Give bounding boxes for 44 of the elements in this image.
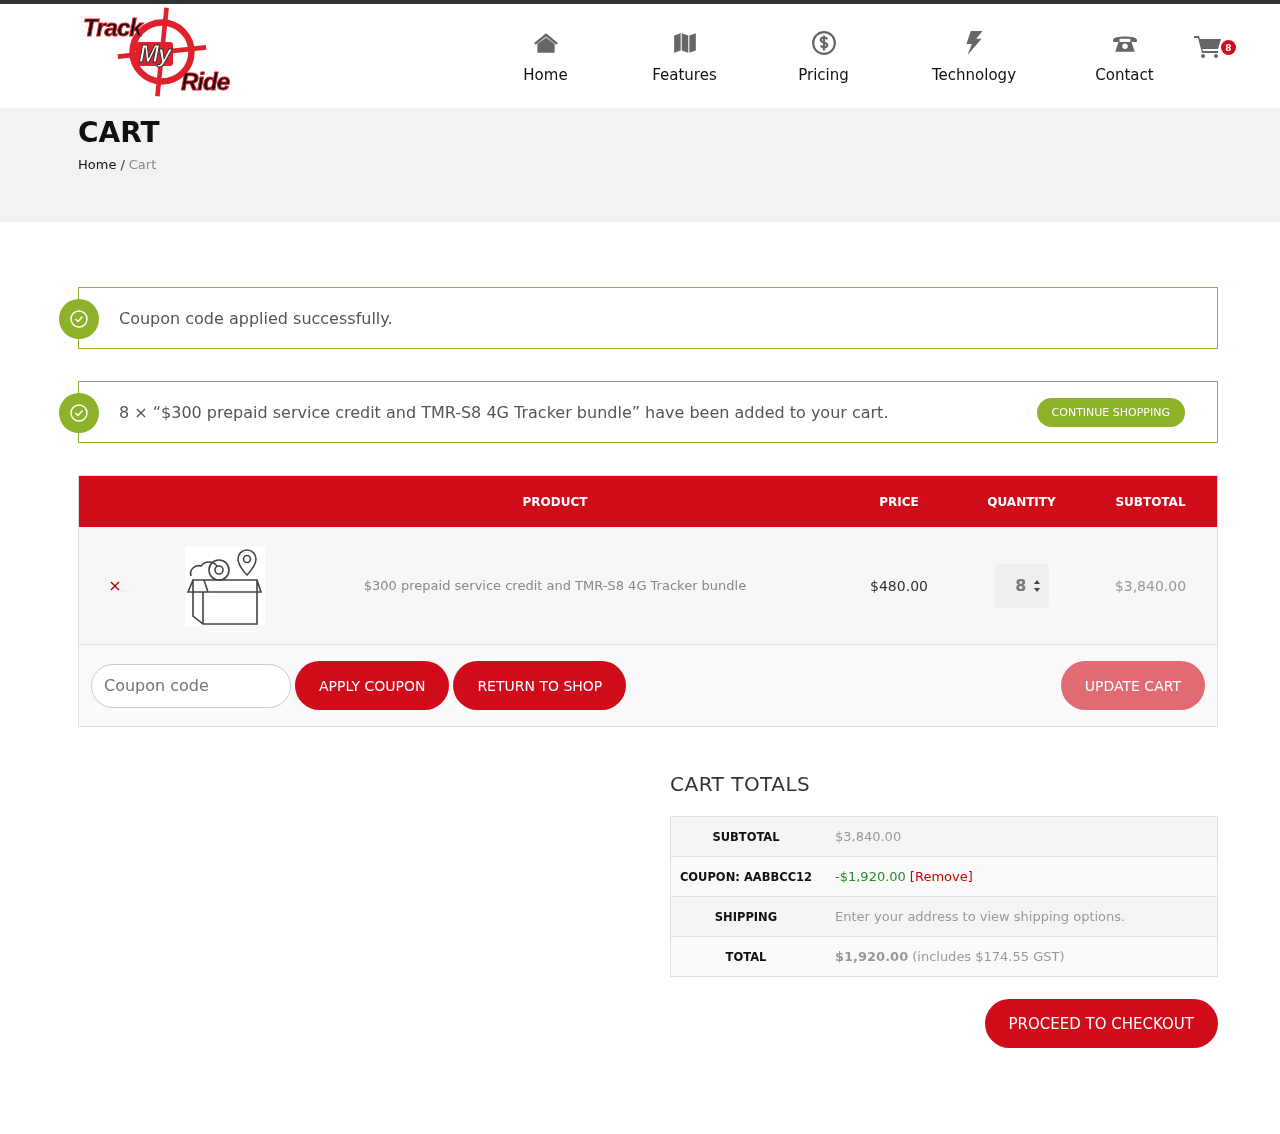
discount-amount: -$1,920.00 bbox=[835, 869, 906, 884]
breadcrumb-link[interactable]: Cart bbox=[128, 156, 157, 172]
dollar-icon bbox=[810, 30, 837, 56]
nav-link[interactable]: Features bbox=[621, 30, 748, 84]
shopping-cart-icon[interactable] bbox=[1194, 34, 1222, 58]
nav-link[interactable]: Pricing bbox=[760, 30, 887, 84]
totals-label: TOTAL bbox=[724, 949, 768, 964]
page-title: CART bbox=[78, 115, 161, 149]
coupon-code-field[interactable]: Coupon code bbox=[91, 663, 291, 708]
column-header: QUANTITY bbox=[986, 494, 1057, 509]
logo-text: Track bbox=[82, 16, 144, 40]
notice-message: 8 × “$300 prepaid service credit and TMR-S8 4G Tracker bundle” have been added to your cart. bbox=[119, 402, 890, 422]
breadcrumb-link[interactable]: Home bbox=[78, 156, 117, 172]
remove-link[interactable]: × bbox=[79, 576, 151, 595]
cart-totals-heading: CART TOTALS bbox=[670, 772, 812, 796]
logo[interactable]: Track My Ride bbox=[78, 4, 258, 102]
quantity-field[interactable]: 8 bbox=[994, 563, 1049, 608]
nav-link[interactable]: Home bbox=[482, 30, 609, 84]
proceed-to-checkout-button[interactable]: PROCEED TO CHECKOUT bbox=[984, 999, 1218, 1048]
total-amount: $1,920.00 bbox=[835, 949, 909, 964]
tax-note: (includes $174.55 GST) bbox=[912, 949, 1065, 964]
nav-link[interactable]: Technology bbox=[899, 30, 1049, 84]
subtotal-cell-text: $3,840.00 bbox=[1113, 577, 1188, 594]
cart-count-badge: 8 bbox=[1221, 40, 1236, 55]
product-name[interactable]: $300 prepaid service credit and TMR-S8 4G Tracker bundle bbox=[271, 578, 839, 593]
remove-coupon-link[interactable]: [Remove] bbox=[909, 869, 973, 884]
price-cell-text: $480.00 bbox=[869, 577, 929, 594]
map-icon bbox=[671, 30, 698, 56]
notice-message: Coupon code applied successfully. bbox=[119, 308, 394, 328]
totals-value: $3,840.00 bbox=[835, 829, 902, 844]
totals-label: COUPON: AABBCC12 bbox=[678, 869, 814, 884]
logo-text: Ride bbox=[180, 70, 231, 94]
totals-value: Enter your address to view shipping options. bbox=[835, 909, 1126, 924]
column-header: SUBTOTAL bbox=[1114, 494, 1187, 509]
column-header: PRICE bbox=[878, 494, 920, 509]
totals-label: SHIPPING bbox=[713, 909, 779, 924]
column-header: PRODUCT bbox=[521, 494, 589, 509]
spinner-arrows-icon[interactable] bbox=[1032, 578, 1041, 593]
action-button[interactable]: RETURN TO SHOP bbox=[453, 661, 627, 710]
totals-label: SUBTOTAL bbox=[711, 829, 781, 844]
logo-text: My bbox=[136, 42, 174, 66]
nav-link[interactable]: Contact bbox=[1061, 30, 1188, 84]
breadcrumb-separator: / bbox=[120, 156, 125, 172]
action-button[interactable]: APPLY COUPON bbox=[295, 661, 450, 710]
